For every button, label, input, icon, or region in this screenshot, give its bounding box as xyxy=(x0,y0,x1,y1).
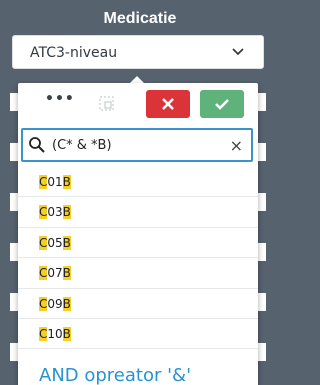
background-field xyxy=(258,293,266,311)
list-item[interactable]: C10B xyxy=(18,319,258,350)
select-value: ATC3-niveau xyxy=(30,45,118,61)
atc-level-select[interactable]: ATC3-niveau xyxy=(12,35,264,69)
dropdown-toolbar: ••• xyxy=(18,83,258,125)
code-middle: 01 xyxy=(47,175,63,189)
search-icon xyxy=(29,137,45,153)
panel-title: Medicatie xyxy=(103,10,177,27)
check-icon xyxy=(215,99,229,110)
background-field xyxy=(258,343,266,361)
background-field xyxy=(258,93,266,111)
background-field xyxy=(10,243,18,261)
background-field xyxy=(10,193,18,211)
match-highlight: B xyxy=(62,235,71,250)
code-middle: 09 xyxy=(47,296,63,311)
background-field xyxy=(258,193,266,211)
list-item[interactable]: C01B xyxy=(18,167,258,198)
code-middle: 03 xyxy=(47,205,63,220)
background-field xyxy=(10,143,18,161)
background-field xyxy=(10,293,18,311)
operator-hint: AND opreator '&' xyxy=(39,365,192,385)
match-highlight: B xyxy=(62,175,71,189)
match-highlight: B xyxy=(62,296,71,311)
code-middle: 07 xyxy=(47,266,63,281)
background-field xyxy=(258,243,266,261)
match-highlight: B xyxy=(62,266,71,281)
background-field xyxy=(258,143,266,161)
list-item[interactable]: C05B xyxy=(18,228,258,259)
dropdown-caret xyxy=(130,76,144,83)
search-field: × xyxy=(21,128,253,162)
match-highlight: B xyxy=(62,205,71,220)
background-field xyxy=(10,93,18,111)
list-item[interactable]: C07B xyxy=(18,258,258,289)
list-item[interactable]: C03B xyxy=(18,197,258,228)
cancel-button[interactable] xyxy=(146,90,190,118)
code-middle: 10 xyxy=(47,326,63,341)
code-middle: 05 xyxy=(47,235,63,250)
confirm-button[interactable] xyxy=(200,90,244,118)
select-all-icon[interactable] xyxy=(98,95,116,113)
results-list: C01B C03B C05B C07B C09B C10B xyxy=(18,167,258,350)
list-item[interactable]: C09B xyxy=(18,289,258,319)
more-icon[interactable]: ••• xyxy=(45,91,75,107)
match-highlight: B xyxy=(62,326,71,341)
filter-dropdown: ••• × C01BC03BC05BC07BC09BC10B AND oprea… xyxy=(18,83,258,385)
chevron-down-icon xyxy=(232,48,244,56)
close-icon xyxy=(162,98,174,110)
search-input[interactable] xyxy=(52,134,227,156)
clear-icon[interactable]: × xyxy=(230,136,243,155)
background-field xyxy=(10,343,18,361)
